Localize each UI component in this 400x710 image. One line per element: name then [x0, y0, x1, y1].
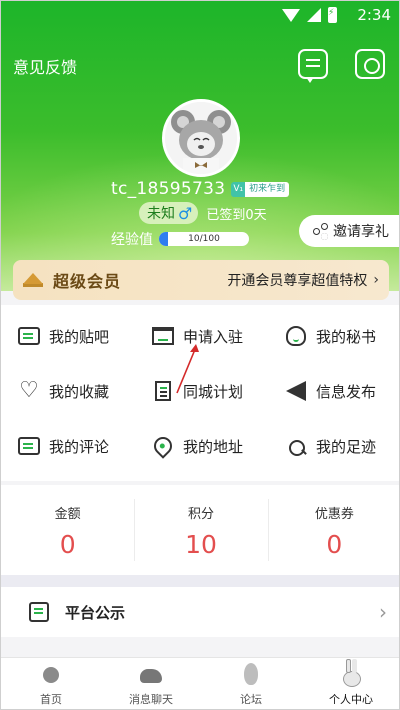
stat-balance[interactable]: 金额 0	[1, 485, 134, 575]
koala-avatar-icon	[165, 102, 237, 174]
menu-item-my-secretary[interactable]: 我的秘书	[284, 321, 376, 351]
username-row: tc_18595733 V₁ 初来乍到	[111, 178, 290, 200]
comment-icon	[17, 435, 41, 457]
status-bar: 2:34	[1, 1, 399, 29]
tab-label: 论坛	[240, 693, 262, 706]
menu-item-my-post-bar[interactable]: 我的贴吧	[17, 321, 109, 351]
battery-icon	[328, 7, 337, 23]
tab-label: 个人中心	[329, 693, 373, 706]
location-pin-icon	[150, 433, 176, 459]
experience-label: 经验值	[111, 232, 153, 248]
home-lotus-icon	[39, 663, 63, 687]
profile-rabbit-icon	[339, 659, 363, 687]
menu-item-label: 申请入驻	[183, 327, 244, 346]
vip-banner[interactable]: 超级会员 开通会员尊享超值特权 ›	[13, 260, 389, 300]
avatar[interactable]	[162, 99, 240, 177]
menu-item-label: 我的秘书	[316, 327, 377, 346]
section-divider	[1, 575, 399, 587]
menu-item-my-address[interactable]: 我的地址	[150, 431, 244, 461]
menu-item-label: 我的地址	[183, 437, 244, 456]
status-time: 2:34	[357, 6, 391, 24]
headset-icon	[284, 325, 308, 347]
platform-notice-row[interactable]: 平台公示 ›	[1, 587, 399, 637]
stat-label: 金额	[54, 507, 81, 522]
profile-screen: 2:34 意见反馈 tc_18595733	[0, 0, 400, 710]
vip-title: 超级会员	[53, 272, 122, 291]
bottom-tab-bar: 首页 消息聊天 论坛 个人中心	[1, 657, 399, 709]
stats-panel: 金额 0 积分 10 优惠券 0	[1, 485, 399, 575]
document-icon	[151, 380, 175, 402]
footprint-icon	[284, 435, 308, 457]
menu-grid: 我的贴吧 申请入驻 我的秘书 ♡ 我的收藏 同城计划 信息发布 我的评论 我的地…	[1, 305, 399, 481]
level-badge: V₁ 初来乍到	[231, 181, 290, 197]
notice-board-icon	[29, 602, 49, 622]
send-icon	[284, 380, 308, 402]
store-icon	[151, 325, 175, 347]
menu-item-apply-settle[interactable]: 申请入驻	[151, 321, 243, 351]
tab-home[interactable]: 首页	[1, 658, 101, 709]
stat-label: 积分	[187, 507, 214, 522]
stat-points[interactable]: 积分 10	[134, 485, 267, 575]
stat-coupons[interactable]: 优惠券 0	[267, 485, 399, 575]
menu-item-label: 同城计划	[183, 382, 244, 401]
menu-item-label: 我的收藏	[49, 382, 110, 401]
stat-label: 优惠券	[314, 507, 354, 522]
signal-icon	[307, 8, 321, 22]
post-bar-icon	[17, 325, 41, 347]
gender-row: 未知 ♂ 已签到0天	[139, 202, 267, 224]
menu-item-publish-info[interactable]: 信息发布	[284, 376, 376, 406]
experience-row: 经验值 10/100	[111, 230, 249, 248]
crown-icon	[23, 273, 43, 287]
menu-item-my-favorites[interactable]: ♡ 我的收藏	[17, 376, 109, 406]
chevron-right-icon: ›	[373, 272, 379, 288]
menu-item-my-footprint[interactable]: 我的足迹	[284, 431, 376, 461]
stat-value: 10	[185, 530, 217, 559]
feedback-link[interactable]: 意见反馈	[13, 54, 77, 78]
tab-profile[interactable]: 个人中心	[301, 658, 399, 709]
menu-item-label: 信息发布	[316, 382, 377, 401]
experience-value: 10/100	[188, 234, 220, 244]
notice-label: 平台公示	[65, 603, 126, 622]
menu-item-label: 我的评论	[49, 437, 110, 456]
tab-label: 消息聊天	[129, 693, 173, 706]
wifi-icon	[282, 8, 300, 22]
tab-label: 首页	[40, 693, 62, 706]
chevron-right-icon: ›	[379, 600, 387, 624]
status-icons	[282, 7, 337, 23]
heart-icon: ♡	[19, 378, 39, 403]
message-icon[interactable]	[298, 49, 328, 83]
invite-label: 邀请享礼	[333, 224, 389, 240]
vip-description: 开通会员尊享超值特权	[227, 273, 368, 289]
menu-item-city-plan[interactable]: 同城计划	[151, 376, 243, 406]
experience-bar: 10/100	[159, 232, 249, 246]
male-icon: ♂	[178, 203, 193, 223]
tab-forum[interactable]: 论坛	[201, 658, 301, 709]
level-badge-text: 初来乍到	[245, 181, 290, 197]
share-icon	[313, 223, 328, 238]
forum-egg-icon	[239, 663, 263, 687]
profile-header: 2:34 意见反馈 tc_18595733	[1, 1, 399, 291]
stat-value: 0	[326, 530, 343, 559]
chat-rocks-icon	[139, 663, 163, 687]
username: tc_18595733	[111, 179, 226, 199]
signin-days: 已签到0天	[206, 207, 267, 223]
menu-item-label: 我的足迹	[316, 437, 377, 456]
invite-button[interactable]: 邀请享礼	[299, 215, 399, 247]
tab-messages[interactable]: 消息聊天	[101, 658, 201, 709]
stat-value: 0	[59, 530, 76, 559]
menu-item-label: 我的贴吧	[49, 327, 110, 346]
gender-text: 未知	[147, 206, 175, 222]
settings-gear-icon[interactable]	[355, 49, 385, 79]
gender-pill: 未知 ♂	[139, 202, 199, 224]
menu-item-my-comments[interactable]: 我的评论	[17, 431, 109, 461]
level-badge-v: V₁	[231, 181, 246, 197]
